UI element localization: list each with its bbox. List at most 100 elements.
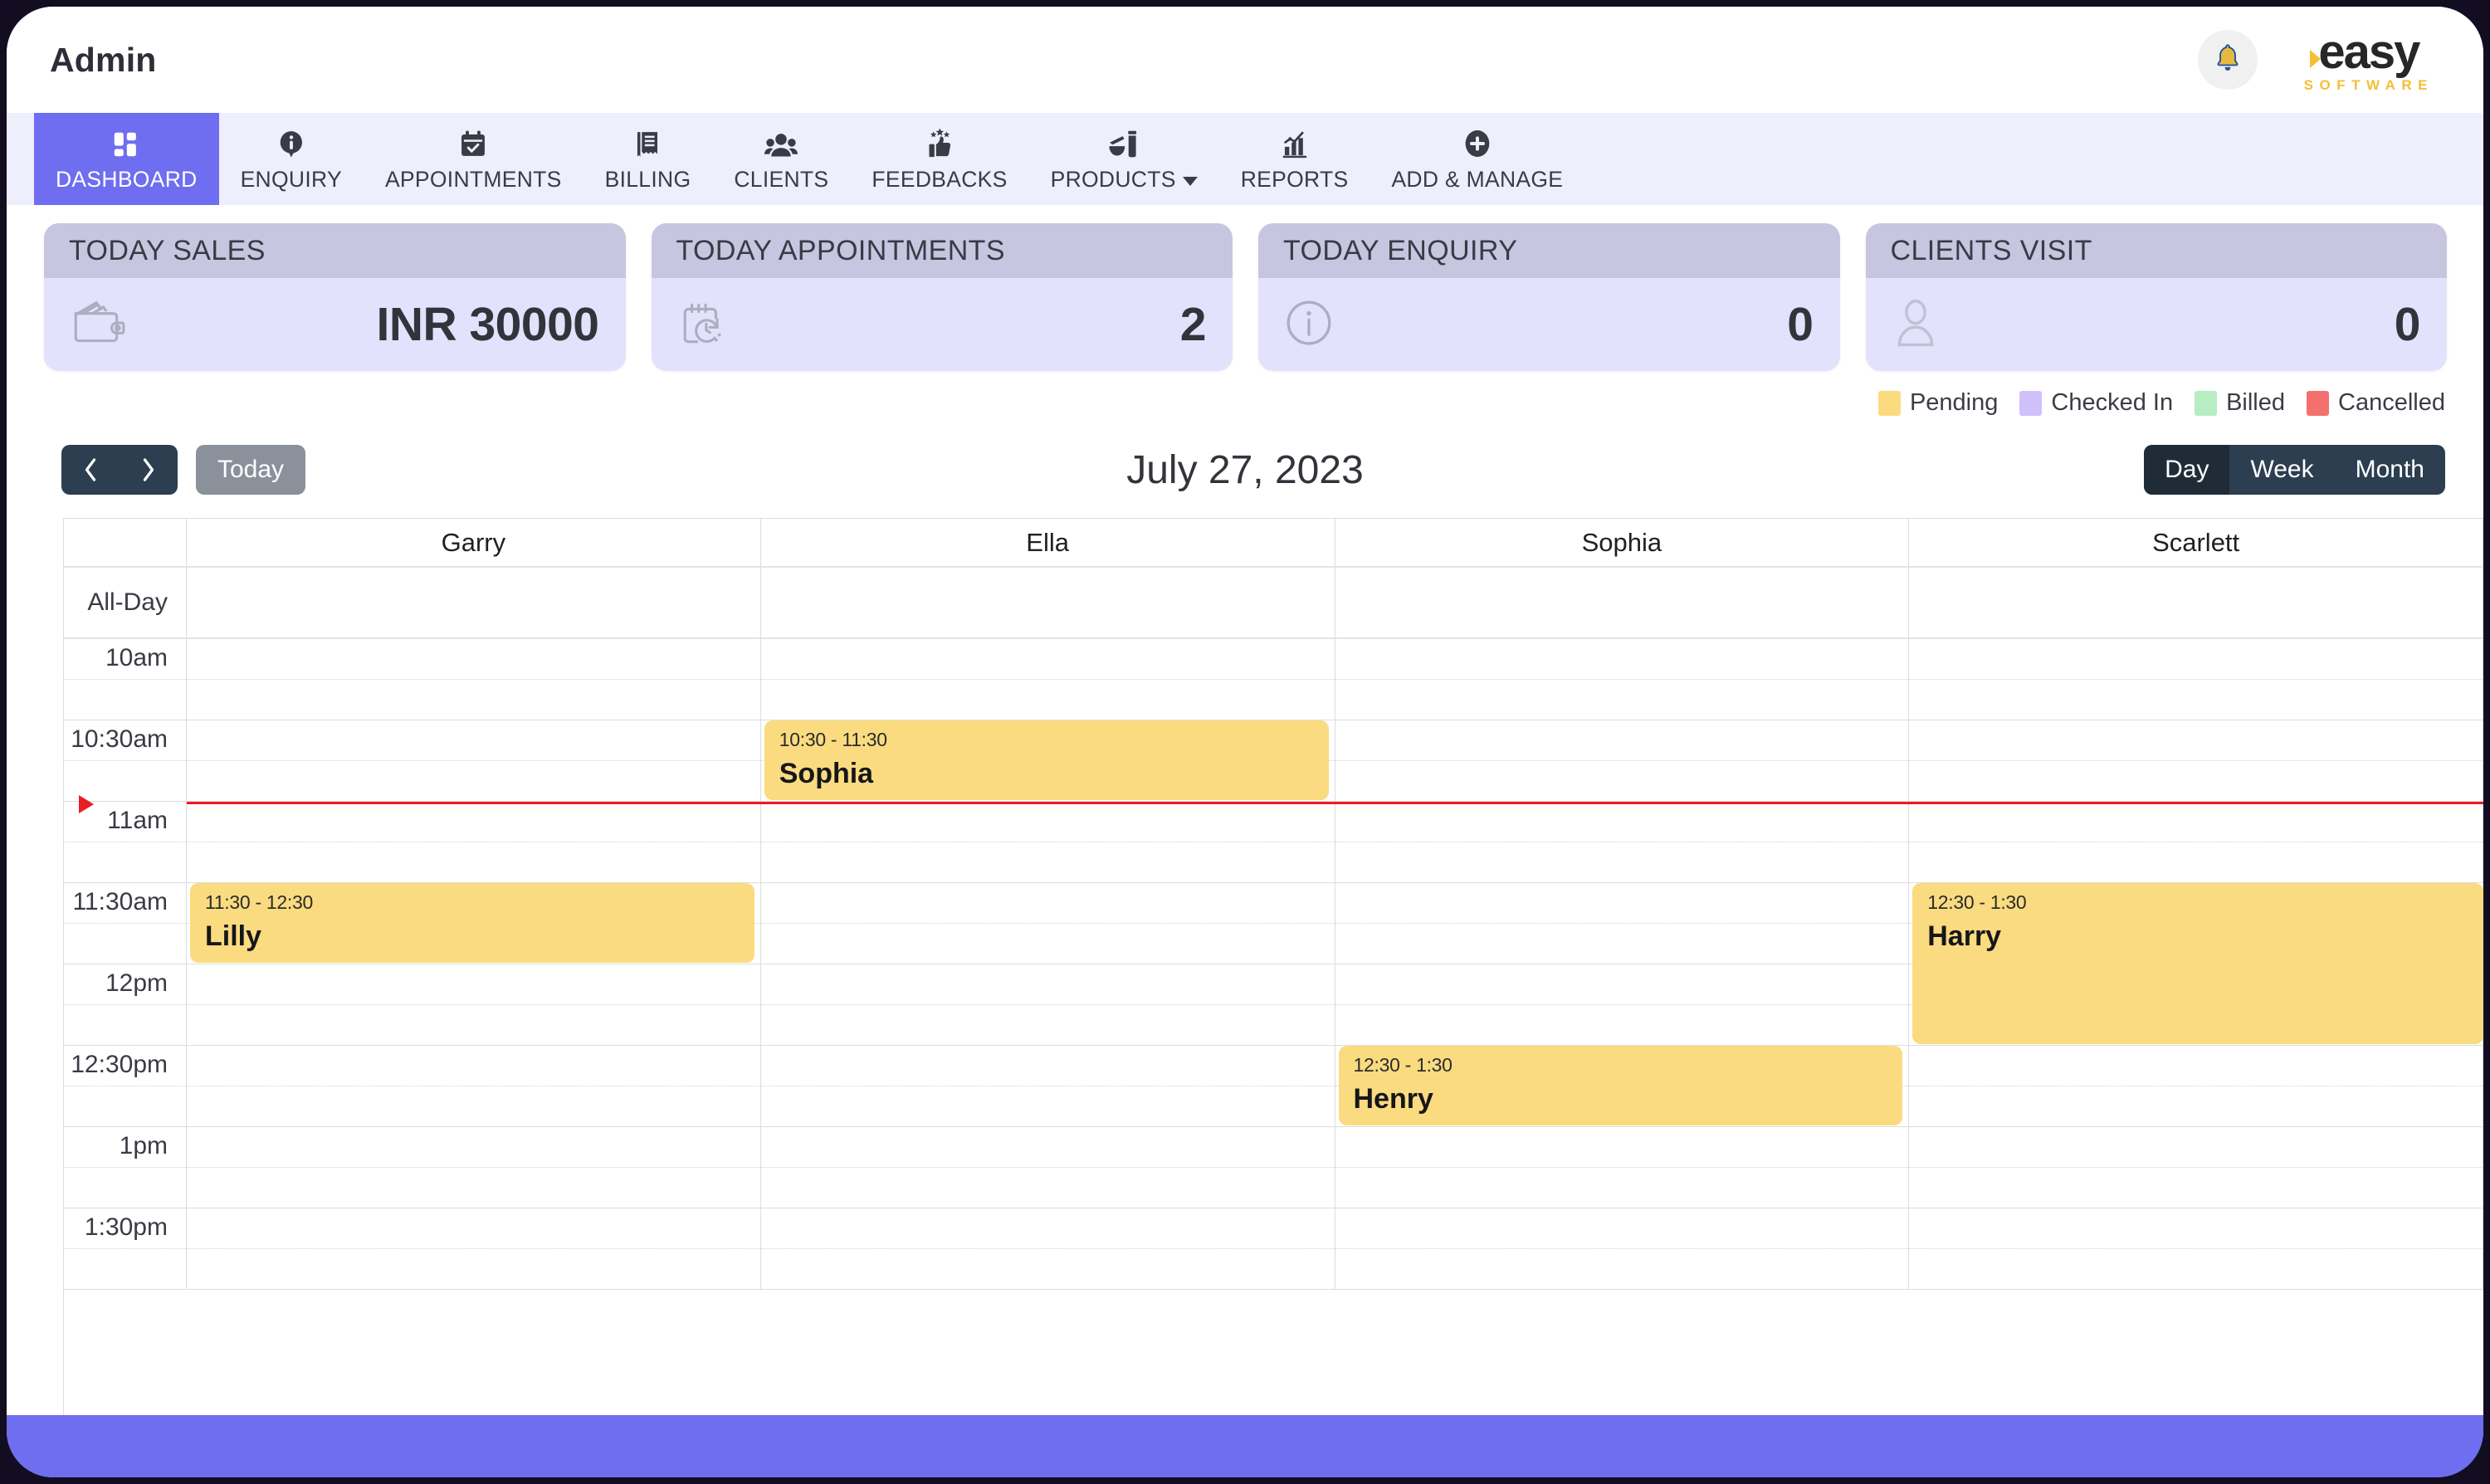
prev-date-button[interactable] bbox=[61, 445, 120, 495]
calendar-slot[interactable] bbox=[1335, 1208, 1910, 1290]
calendar-slot[interactable] bbox=[1335, 883, 1910, 964]
calendar-slot[interactable] bbox=[1909, 802, 2483, 883]
nav-item-reports[interactable]: REPORTS bbox=[1219, 113, 1370, 205]
time-label-10am: 10am bbox=[64, 639, 187, 720]
stat-card-today-appointments[interactable]: TODAY APPOINTMENTS 2 bbox=[651, 223, 1233, 371]
calendar-slot[interactable] bbox=[760, 883, 1335, 964]
calendar-slot[interactable] bbox=[1909, 720, 2483, 802]
calendar-toolbar: Today July 27, 2023 Day Week Month bbox=[7, 417, 2483, 503]
time-label-1030am: 10:30am bbox=[64, 720, 187, 802]
nav-label: DASHBOARD bbox=[56, 167, 198, 192]
nav-label: ADD & MANAGE bbox=[1391, 167, 1564, 192]
all-day-cell[interactable] bbox=[1335, 568, 1910, 639]
legend-swatch bbox=[2019, 390, 2043, 416]
products-icon bbox=[1107, 125, 1140, 160]
stat-value: 2 bbox=[1179, 298, 1207, 351]
calendar-slot[interactable] bbox=[760, 1127, 1335, 1208]
nav-item-add-and-manage[interactable]: ADD & MANAGE bbox=[1370, 113, 1584, 205]
stat-card-today-enquiry[interactable]: TODAY ENQUIRY 0 bbox=[1258, 223, 1840, 371]
calendar-column-header-garry[interactable]: Garry bbox=[187, 519, 761, 568]
nav-label: FEEDBACKS bbox=[872, 167, 1008, 192]
calendar-slot[interactable] bbox=[1335, 720, 1910, 802]
stat-body: INR 30000 bbox=[44, 278, 626, 371]
calendar-slot[interactable] bbox=[760, 639, 1335, 720]
all-day-cell[interactable] bbox=[760, 568, 1335, 639]
event-time: 12:30 - 1:30 bbox=[1353, 1054, 1452, 1076]
calendar-slot[interactable] bbox=[760, 1208, 1335, 1290]
calendar-slot[interactable] bbox=[1335, 1127, 1910, 1208]
event-client-name: Lilly bbox=[205, 920, 262, 952]
nav-item-feedbacks[interactable]: FEEDBACKS bbox=[850, 113, 1028, 205]
calendar-slot[interactable] bbox=[1335, 802, 1910, 883]
calendar-slot[interactable] bbox=[760, 1046, 1335, 1127]
calendar-event-sophia[interactable]: 10:30 - 11:30 Sophia bbox=[764, 720, 1329, 800]
calendar-slot[interactable] bbox=[1909, 1208, 2483, 1290]
all-day-cell[interactable] bbox=[187, 568, 761, 639]
calendar-slot[interactable] bbox=[1909, 1046, 2483, 1127]
calendar-slot[interactable] bbox=[1909, 1127, 2483, 1208]
calendar-clock-icon bbox=[676, 297, 731, 353]
stat-card-today-sales[interactable]: TODAY SALES INR 30000 bbox=[44, 223, 626, 371]
nav-label-text: PRODUCTS bbox=[1050, 167, 1176, 192]
nav-label: BILLING bbox=[604, 167, 691, 192]
stat-title: TODAY ENQUIRY bbox=[1258, 223, 1840, 278]
person-icon bbox=[1891, 296, 1941, 354]
stat-card-clients-visit[interactable]: CLIENTS VISIT 0 bbox=[1865, 223, 2447, 371]
calendar-grid: Garry Ella Sophia Scarlett All-Day 10am … bbox=[64, 519, 2483, 1290]
view-toggle-week[interactable]: Week bbox=[2229, 445, 2334, 495]
calendar-slot[interactable] bbox=[760, 802, 1335, 883]
event-client-name: Henry bbox=[1353, 1083, 1433, 1115]
calendar-slot[interactable] bbox=[187, 802, 761, 883]
nav-item-products[interactable]: PRODUCTS bbox=[1029, 113, 1219, 205]
calendar-slot[interactable] bbox=[187, 1046, 761, 1127]
view-toggle-group: Day Week Month bbox=[2144, 445, 2445, 495]
legend-item-cancelled: Cancelled bbox=[2307, 389, 2445, 417]
page-title: Admin bbox=[50, 40, 157, 79]
view-toggle-day[interactable]: Day bbox=[2144, 445, 2230, 495]
nav-item-billing[interactable]: BILLING bbox=[583, 113, 713, 205]
calendar-slot[interactable] bbox=[187, 720, 761, 802]
calendar-date-title: July 27, 2023 bbox=[1126, 447, 1364, 492]
calendar-slot[interactable] bbox=[1335, 964, 1910, 1046]
next-date-button[interactable] bbox=[120, 445, 178, 495]
info-icon bbox=[276, 125, 307, 160]
all-day-cell[interactable] bbox=[1909, 568, 2483, 639]
calendar-slot[interactable] bbox=[187, 639, 761, 720]
nav-item-appointments[interactable]: APPOINTMENTS bbox=[364, 113, 583, 205]
calendar-event-henry[interactable]: 12:30 - 1:30 Henry bbox=[1338, 1046, 1903, 1125]
plus-circle-icon bbox=[1461, 125, 1494, 160]
calendar-column-header-sophia[interactable]: Sophia bbox=[1335, 519, 1910, 568]
notification-button[interactable] bbox=[2197, 30, 2258, 90]
calendar-column-header-scarlett[interactable]: Scarlett bbox=[1909, 519, 2483, 568]
all-day-label: All-Day bbox=[64, 568, 187, 639]
nav-item-clients[interactable]: CLIENTS bbox=[712, 113, 850, 205]
calendar-slot[interactable] bbox=[1909, 639, 2483, 720]
users-icon bbox=[764, 125, 798, 160]
time-label-1230pm: 12:30pm bbox=[64, 1046, 187, 1127]
stat-cards: TODAY SALES INR 30000 TODAY APPOINTMENTS bbox=[7, 205, 2483, 371]
calendar-corner-cell bbox=[64, 519, 187, 568]
calendar-slot[interactable] bbox=[760, 964, 1335, 1046]
calendar-event-harry[interactable]: 12:30 - 1:30 Harry bbox=[1912, 883, 2483, 1044]
stat-title: TODAY SALES bbox=[44, 223, 626, 278]
calendar-event-lilly[interactable]: 11:30 - 12:30 Lilly bbox=[190, 883, 754, 963]
calendar-slot[interactable] bbox=[187, 1127, 761, 1208]
logo-main-text: easy bbox=[2318, 24, 2420, 79]
app-window: Admin easy SOFTWARE DASHBOARD ENQUIRY AP… bbox=[7, 7, 2483, 1477]
calendar-column-header-ella[interactable]: Ella bbox=[760, 519, 1335, 568]
thumbs-up-star-icon bbox=[923, 125, 956, 160]
nav-item-dashboard[interactable]: DASHBOARD bbox=[34, 113, 219, 205]
calendar-slot[interactable] bbox=[187, 964, 761, 1046]
view-toggle-month[interactable]: Month bbox=[2335, 445, 2445, 495]
event-time: 12:30 - 1:30 bbox=[1927, 891, 2027, 913]
today-button[interactable]: Today bbox=[196, 445, 306, 495]
bar-chart-icon bbox=[1279, 125, 1311, 160]
calendar-slot[interactable] bbox=[1335, 639, 1910, 720]
calendar-slot[interactable] bbox=[187, 1208, 761, 1290]
event-client-name: Harry bbox=[1927, 920, 2002, 952]
time-label-1130am: 11:30am bbox=[64, 883, 187, 964]
top-bar: Admin easy SOFTWARE bbox=[7, 7, 2483, 113]
legend-item-checked-in: Checked In bbox=[2019, 389, 2173, 417]
time-label-12pm: 12pm bbox=[64, 964, 187, 1046]
nav-item-enquiry[interactable]: ENQUIRY bbox=[219, 113, 364, 205]
